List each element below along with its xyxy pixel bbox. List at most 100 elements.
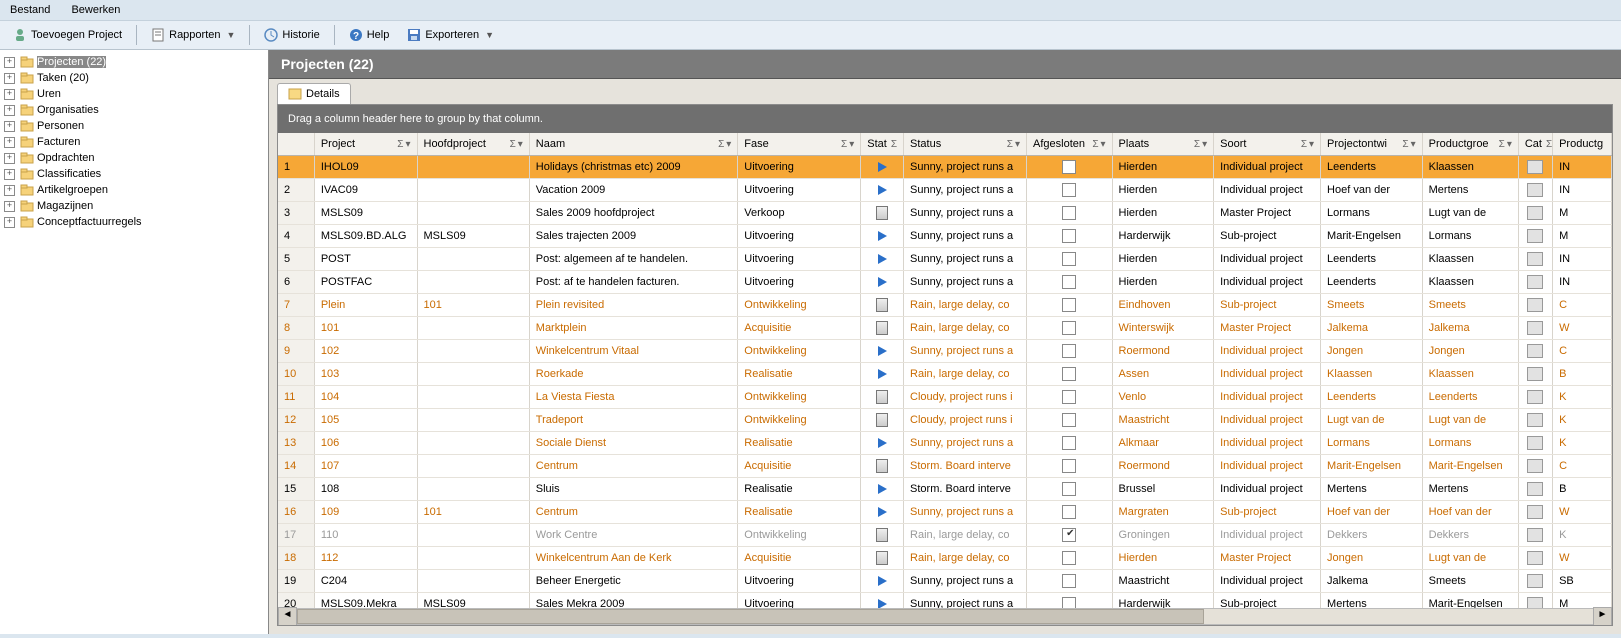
cell-projectontwikkelaar[interactable]: Marit-Engelsen: [1321, 225, 1423, 248]
checkbox[interactable]: [1062, 252, 1076, 266]
cell-fase[interactable]: Realisatie: [738, 478, 861, 501]
tree-expander-icon[interactable]: +: [4, 153, 15, 164]
cell-plaats[interactable]: Harderwijk: [1112, 593, 1214, 609]
cell-soort[interactable]: Sub-project: [1214, 294, 1321, 317]
cell-afgesloten[interactable]: [1027, 547, 1113, 570]
cell-hoofdproject[interactable]: [417, 478, 529, 501]
cell-afgesloten[interactable]: [1027, 271, 1113, 294]
sum-icon[interactable]: Σ: [1402, 139, 1408, 150]
scroll-right-button[interactable]: ►: [1593, 607, 1612, 626]
sum-icon[interactable]: Σ: [1194, 139, 1200, 150]
cell-fase[interactable]: Uitvoering: [738, 271, 861, 294]
menu-edit[interactable]: Bewerken: [71, 4, 120, 16]
cell-productgroep[interactable]: Mertens: [1422, 179, 1518, 202]
horizontal-scrollbar[interactable]: ◄ ►: [278, 608, 1612, 625]
cell-status[interactable]: Rain, large delay, co: [904, 294, 1027, 317]
cell-status[interactable]: Sunny, project runs a: [904, 271, 1027, 294]
cell-project[interactable]: C204: [314, 570, 417, 593]
cell-naam[interactable]: Sales trajecten 2009: [529, 225, 738, 248]
cell-projectontwikkelaar[interactable]: Jongen: [1321, 547, 1423, 570]
column-header-rownum[interactable]: [278, 133, 314, 156]
cell-hoofdproject[interactable]: [417, 547, 529, 570]
cell-naam[interactable]: Marktplein: [529, 317, 738, 340]
filter-icon[interactable]: ▾: [1411, 139, 1416, 150]
cell-plaats[interactable]: Groningen: [1112, 524, 1214, 547]
cell-afgesloten[interactable]: [1027, 386, 1113, 409]
cell-project[interactable]: 109: [314, 501, 417, 524]
table-row[interactable]: 5POSTPost: algemeen af te handelen.Uitvo…: [278, 248, 1612, 271]
cell-afgesloten[interactable]: [1027, 156, 1113, 179]
tree-expander-icon[interactable]: +: [4, 73, 15, 84]
cell-projectontwikkelaar[interactable]: Jalkema: [1321, 570, 1423, 593]
tree-item[interactable]: +Projecten (22): [2, 54, 266, 70]
cell-status[interactable]: Rain, large delay, co: [904, 363, 1027, 386]
column-header-hoofd[interactable]: HoofdprojectΣ▾: [417, 133, 529, 156]
tree-expander-icon[interactable]: +: [4, 217, 15, 228]
filter-icon[interactable]: ▾: [518, 139, 523, 150]
cell-projectontwikkelaar[interactable]: Jongen: [1321, 340, 1423, 363]
cell-stat[interactable]: [861, 501, 904, 524]
tree-item[interactable]: +Organisaties: [2, 102, 266, 118]
cell-fase[interactable]: Uitvoering: [738, 593, 861, 609]
cell-hoofdproject[interactable]: [417, 317, 529, 340]
cell-cat-icon[interactable]: [1518, 570, 1552, 593]
tree-expander-icon[interactable]: +: [4, 57, 15, 68]
cell-afgesloten[interactable]: [1027, 363, 1113, 386]
cell-cat[interactable]: SB: [1553, 570, 1612, 593]
table-row[interactable]: 16109101CentrumRealisatieSunny, project …: [278, 501, 1612, 524]
cell-status[interactable]: Sunny, project runs a: [904, 225, 1027, 248]
cell-stat[interactable]: [861, 294, 904, 317]
tree-item[interactable]: +Artikelgroepen: [2, 182, 266, 198]
cell-productgroep[interactable]: Lormans: [1422, 432, 1518, 455]
cell-cat[interactable]: M: [1553, 202, 1612, 225]
cell-productgroep[interactable]: Lugt van de: [1422, 202, 1518, 225]
sum-icon[interactable]: Σ: [718, 139, 724, 150]
cell-soort[interactable]: Individual project: [1214, 179, 1321, 202]
cell-soort[interactable]: Individual project: [1214, 156, 1321, 179]
cell-fase[interactable]: Ontwikkeling: [738, 524, 861, 547]
cell-fase[interactable]: Uitvoering: [738, 248, 861, 271]
table-row[interactable]: 14107CentrumAcquisitieStorm. Board inter…: [278, 455, 1612, 478]
cell-projectontwikkelaar[interactable]: Mertens: [1321, 478, 1423, 501]
cell-afgesloten[interactable]: [1027, 225, 1113, 248]
cell-project[interactable]: 107: [314, 455, 417, 478]
cell-cat[interactable]: IN: [1553, 248, 1612, 271]
cell-cat[interactable]: W: [1553, 317, 1612, 340]
cell-cat[interactable]: C: [1553, 294, 1612, 317]
cell-naam[interactable]: Vacation 2009: [529, 179, 738, 202]
filter-icon[interactable]: ▾: [1101, 139, 1106, 150]
cell-projectontwikkelaar[interactable]: Hoef van der: [1321, 179, 1423, 202]
cell-projectontwikkelaar[interactable]: Dekkers: [1321, 524, 1423, 547]
cell-cat[interactable]: K: [1553, 524, 1612, 547]
cell-projectontwikkelaar[interactable]: Hoef van der: [1321, 501, 1423, 524]
checkbox[interactable]: [1062, 160, 1076, 174]
cell-projectontwikkelaar[interactable]: Marit-Engelsen: [1321, 455, 1423, 478]
checkbox[interactable]: [1062, 206, 1076, 220]
cell-naam[interactable]: Centrum: [529, 455, 738, 478]
cell-hoofdproject[interactable]: [417, 386, 529, 409]
column-header-groe[interactable]: ProductgroeΣ▾: [1422, 133, 1518, 156]
checkbox[interactable]: [1062, 344, 1076, 358]
tree-item[interactable]: +Uren: [2, 86, 266, 102]
table-row[interactable]: 10103RoerkadeRealisatieRain, large delay…: [278, 363, 1612, 386]
cell-hoofdproject[interactable]: 101: [417, 501, 529, 524]
cell-projectontwikkelaar[interactable]: Lormans: [1321, 202, 1423, 225]
cell-fase[interactable]: Acquisitie: [738, 317, 861, 340]
cell-stat[interactable]: [861, 524, 904, 547]
cell-productgroep[interactable]: Jalkema: [1422, 317, 1518, 340]
cell-naam[interactable]: La Viesta Fiesta: [529, 386, 738, 409]
table-row[interactable]: 3MSLS09Sales 2009 hoofdprojectVerkoopSun…: [278, 202, 1612, 225]
cell-project[interactable]: IHOL09: [314, 156, 417, 179]
cell-soort[interactable]: Individual project: [1214, 455, 1321, 478]
cell-plaats[interactable]: Venlo: [1112, 386, 1214, 409]
cell-project[interactable]: POST: [314, 248, 417, 271]
cell-cat-icon[interactable]: [1518, 409, 1552, 432]
scroll-left-button[interactable]: ◄: [278, 607, 297, 626]
tree-item[interactable]: +Taken (20): [2, 70, 266, 86]
cell-project[interactable]: 104: [314, 386, 417, 409]
table-row[interactable]: 17110Work CentreOntwikkelingRain, large …: [278, 524, 1612, 547]
column-header-ontw[interactable]: ProjectontwiΣ▾: [1321, 133, 1423, 156]
cell-afgesloten[interactable]: [1027, 501, 1113, 524]
table-row[interactable]: 1IHOL09Holidays (christmas etc) 2009Uitv…: [278, 156, 1612, 179]
checkbox[interactable]: [1062, 505, 1076, 519]
